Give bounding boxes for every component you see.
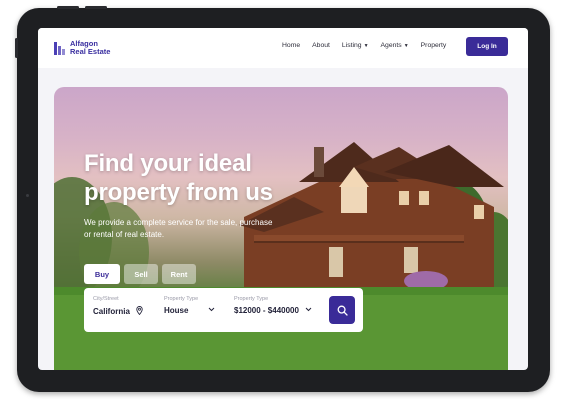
nav-home[interactable]: Home: [282, 42, 300, 49]
brand-logo[interactable]: Alfagon Real Estate: [54, 40, 110, 56]
hero-title: Find your ideal property from us: [84, 149, 273, 207]
hero-title-line1: Find your ideal: [84, 150, 252, 177]
price-range-field[interactable]: Property Type $12000 - $440000: [234, 296, 312, 315]
nav-home-label: Home: [282, 42, 301, 49]
price-range-label: Property Type: [234, 296, 269, 302]
nav-agents[interactable]: Agents ▼: [381, 42, 409, 49]
chevron-down-icon: [208, 307, 215, 314]
search-button[interactable]: [329, 296, 355, 324]
screen: Alfagon Real Estate Home About Listing ▼ …: [38, 28, 528, 370]
tablet-camera: [26, 194, 29, 197]
brand-name: Alfagon Real Estate: [70, 40, 110, 56]
main-menu: Home About Listing ▼ Agents ▼ Property: [282, 42, 446, 49]
tablet-top-button-right: [85, 6, 107, 9]
navbar: Alfagon Real Estate Home About Listing ▼ …: [38, 28, 528, 68]
chevron-down-icon: [305, 307, 312, 314]
nav-about-label: About: [312, 42, 330, 49]
nav-listing-label: Listing: [341, 42, 362, 49]
deal-type-tabs: Buy Sell Rent: [84, 264, 196, 284]
hero-banner: Find your ideal property from us We prov…: [54, 87, 508, 370]
chevron-down-icon: ▼: [363, 42, 369, 49]
tab-buy[interactable]: Buy: [84, 264, 120, 284]
chevron-down-icon: ▼: [403, 42, 409, 49]
nav-property[interactable]: Property: [421, 42, 447, 49]
nav-agents-label: Agents: [380, 42, 402, 49]
location-pin-icon: [136, 306, 143, 317]
property-type-value: House: [164, 306, 189, 315]
login-button[interactable]: Log In: [466, 37, 508, 56]
hero-title-line2: property from us: [84, 179, 273, 206]
brand-line2: Real Estate: [70, 47, 111, 56]
property-type-field[interactable]: Property Type House: [164, 296, 215, 315]
property-search-bar: City/Street California Property Type Hou…: [84, 288, 363, 332]
city-label: City/Street: [93, 296, 119, 302]
property-type-label: Property Type: [164, 296, 199, 302]
search-icon: [337, 305, 348, 316]
tab-sell[interactable]: Sell: [124, 264, 158, 284]
city-value: California: [93, 307, 130, 316]
logo-mark-icon: [54, 41, 65, 55]
price-range-value: $12000 - $440000: [234, 306, 299, 315]
nav-listing[interactable]: Listing ▼: [342, 42, 369, 49]
tablet-side-button: [15, 38, 18, 58]
tab-rent[interactable]: Rent: [162, 264, 196, 284]
hero-subtitle: We provide a complete service for the sa…: [84, 218, 273, 239]
city-field[interactable]: City/Street California: [93, 296, 143, 317]
nav-about[interactable]: About: [312, 42, 330, 49]
tablet-top-button-left: [57, 6, 79, 9]
nav-property-label: Property: [420, 42, 447, 49]
